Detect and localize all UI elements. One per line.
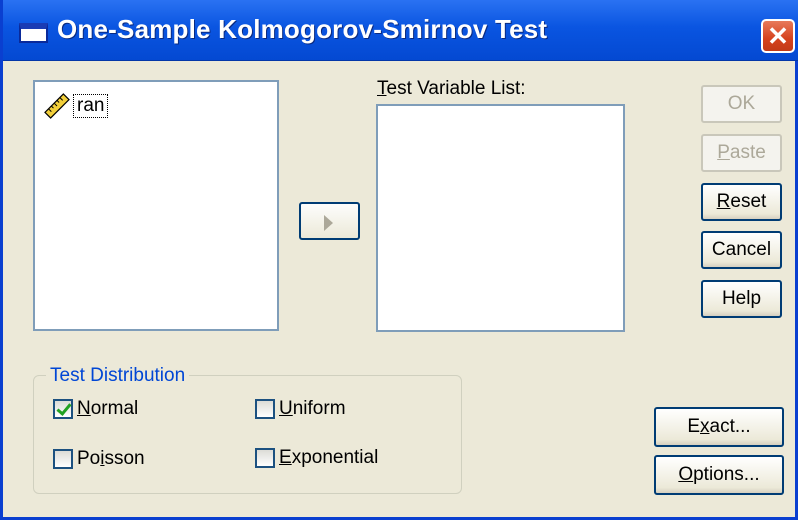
paste-button[interactable]: Paste <box>701 134 782 172</box>
arrow-right-icon <box>324 215 333 231</box>
uniform-label: Uniform <box>279 398 346 419</box>
poisson-label: Poisson <box>77 448 145 469</box>
test-variable-list[interactable] <box>376 104 625 332</box>
test-variable-list-label: Test Variable List: <box>377 78 526 99</box>
ks-test-dialog: One-Sample Kolmogorov-Smirnov Test ✕ ran… <box>0 0 798 520</box>
list-item[interactable]: ran <box>43 92 109 120</box>
title-bar[interactable]: One-Sample Kolmogorov-Smirnov Test ✕ <box>3 0 798 61</box>
scale-ruler-icon <box>44 93 70 119</box>
checkmark-icon <box>53 399 73 419</box>
window-icon <box>19 23 48 43</box>
ok-button[interactable]: OK <box>701 85 782 123</box>
move-variable-button[interactable] <box>299 202 360 240</box>
test-distribution-group <box>33 375 462 494</box>
reset-button[interactable]: Reset <box>701 183 782 221</box>
normal-label: Normal <box>77 398 139 419</box>
exact-button[interactable]: Exact... <box>654 407 784 447</box>
options-button[interactable]: Options... <box>654 455 784 495</box>
poisson-checkbox[interactable]: Poisson <box>53 448 145 470</box>
checkbox-icon <box>255 448 275 468</box>
cancel-button[interactable]: Cancel <box>701 231 782 269</box>
exponential-checkbox[interactable]: Exponential <box>255 447 378 469</box>
source-variable-list[interactable]: ran <box>33 80 279 331</box>
uniform-checkbox[interactable]: Uniform <box>255 398 346 420</box>
variable-label: ran <box>73 94 109 118</box>
close-button[interactable]: ✕ <box>761 19 795 53</box>
normal-checkbox[interactable]: Normal <box>53 398 138 420</box>
window-title: One-Sample Kolmogorov-Smirnov Test <box>57 14 548 44</box>
exponential-label: Exponential <box>279 447 379 468</box>
checkbox-icon <box>255 399 275 419</box>
help-button[interactable]: Help <box>701 280 782 318</box>
checkbox-icon <box>53 449 73 469</box>
test-distribution-title: Test Distribution <box>46 365 190 387</box>
